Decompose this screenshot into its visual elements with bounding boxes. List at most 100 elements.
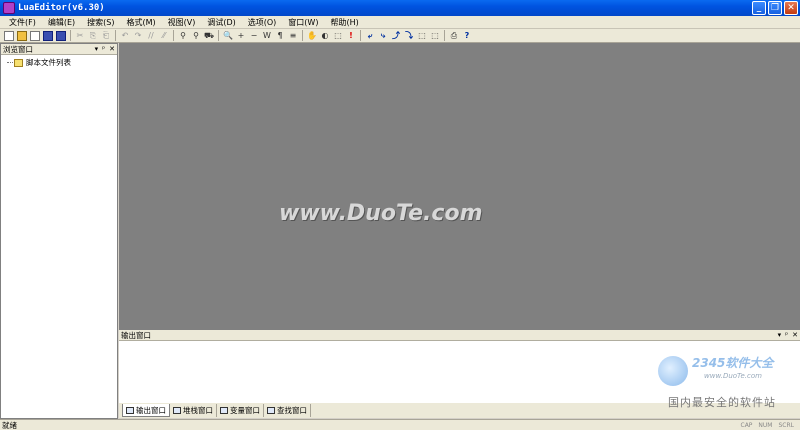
tab-label: 堆栈窗口 — [183, 406, 213, 415]
close-icon[interactable]: ✕ — [109, 44, 115, 55]
title-bar: LuaEditor(v6.30) _ ❐ ✕ — [0, 0, 800, 16]
output-panel-title: 输出窗口 — [121, 330, 151, 340]
word-wrap-icon[interactable]: W — [262, 31, 272, 41]
browse-panel: 浏览窗口 ▾ ᵖ ✕ 脚本文件列表 — [0, 43, 118, 419]
debug-run-icon[interactable]: ◐ — [320, 31, 330, 41]
pin-icon[interactable]: ᵖ — [102, 44, 105, 55]
tab-variables[interactable]: 变量窗口 — [217, 404, 264, 417]
editor-area[interactable]: www.DuoTe.com — [119, 43, 800, 329]
step-out-icon[interactable]: ⤴ — [391, 31, 401, 41]
scroll-indicator: SCRL — [778, 421, 794, 429]
menu-format[interactable]: 格式(M) — [120, 17, 161, 28]
stop-icon[interactable]: ! — [346, 31, 356, 41]
tab-output[interactable]: 输出窗口 — [122, 404, 170, 417]
find-window-icon — [267, 407, 275, 414]
tab-label: 查找窗口 — [277, 406, 307, 415]
comment-icon[interactable]: // — [146, 31, 156, 41]
replace-icon[interactable]: ⛟ — [204, 31, 214, 41]
close-file-icon[interactable] — [30, 30, 40, 41]
toolbar: ✂ ⎘ ⎗ ↶ ↷ // ⁄⁄ ⚲ ⚲ ⛟ 🔍 + − W ¶ ≡ ✋ ◐ ⬚ … — [0, 29, 800, 43]
zoom-in-icon[interactable]: + — [236, 31, 246, 41]
watch-icon[interactable]: ⬚ — [417, 31, 427, 41]
window-controls: _ ❐ ✕ — [752, 1, 798, 15]
new-file-icon[interactable] — [4, 30, 14, 41]
minimize-button[interactable]: _ — [752, 1, 766, 15]
script-list-icon — [14, 58, 23, 67]
breakpoint-icon[interactable]: ⬚ — [333, 31, 343, 41]
zoom-fit-icon[interactable]: 🔍 — [223, 31, 233, 41]
tree-item-script-list[interactable]: 脚本文件列表 — [1, 55, 117, 68]
find-icon[interactable]: ⚲ — [178, 31, 188, 41]
run-to-cursor-icon[interactable]: ⤵ — [404, 31, 414, 41]
menu-window[interactable]: 窗口(W) — [282, 17, 324, 28]
caps-indicator: CAP — [740, 421, 753, 429]
menu-debug[interactable]: 调试(D) — [201, 17, 241, 28]
save-all-icon[interactable] — [56, 30, 66, 41]
tab-stack[interactable]: 堆栈窗口 — [170, 404, 217, 417]
status-indicators: CAP NUM SCRL — [741, 422, 800, 429]
undo-icon[interactable]: ↶ — [120, 31, 130, 41]
close-button[interactable]: ✕ — [784, 1, 798, 15]
toolbar-separator — [173, 30, 174, 41]
tree-item-label: 脚本文件列表 — [26, 58, 71, 67]
toolbar-separator — [70, 30, 71, 41]
dropdown-arrow-icon[interactable]: ▾ — [778, 330, 782, 341]
app-icon — [3, 2, 15, 14]
status-text: 就绪 — [2, 420, 17, 430]
site-watermark: 2345软件大全 www.DuoTe.com 国内最安全的软件站 — [658, 352, 800, 412]
print-icon[interactable]: ⎙ — [449, 31, 459, 41]
menu-edit[interactable]: 编辑(E) — [42, 17, 81, 28]
hand-icon[interactable]: ✋ — [307, 31, 317, 41]
browse-panel-title: 浏览窗口 — [3, 44, 33, 54]
pin-icon[interactable]: ᵖ — [785, 330, 788, 341]
uncomment-icon[interactable]: ⁄⁄ — [159, 31, 169, 41]
window-icon[interactable]: ⬚ — [430, 31, 440, 41]
watermark-text: www.DuoTe.com — [279, 201, 483, 226]
mascot-icon — [658, 356, 688, 386]
close-icon[interactable]: ✕ — [792, 330, 798, 341]
tab-find[interactable]: 查找窗口 — [264, 404, 311, 417]
menu-bar: 文件(F) 编辑(E) 搜索(S) 格式(M) 视图(V) 调试(D) 选项(O… — [0, 16, 800, 29]
variables-window-icon — [220, 407, 228, 414]
num-indicator: NUM — [758, 421, 773, 429]
indent-icon[interactable]: ≡ — [288, 31, 298, 41]
step-over-icon[interactable]: ⤷ — [378, 31, 388, 41]
output-window-icon — [126, 406, 134, 414]
copy-icon[interactable]: ⎘ — [88, 31, 98, 41]
save-icon[interactable] — [43, 30, 53, 41]
menu-file[interactable]: 文件(F) — [3, 17, 42, 28]
watermark-brand: 2345软件大全 — [692, 356, 774, 370]
menu-options[interactable]: 选项(O) — [242, 17, 283, 28]
help-icon[interactable]: ? — [462, 31, 472, 41]
toolbar-separator — [218, 30, 219, 41]
watermark-url: www.DuoTe.com — [704, 372, 762, 380]
restore-button[interactable]: ❐ — [768, 1, 782, 15]
output-panel-header: 输出窗口 ▾ ᵖ ✕ — [119, 330, 800, 341]
cut-icon[interactable]: ✂ — [75, 31, 85, 41]
toolbar-separator — [302, 30, 303, 41]
status-bar: 就绪 CAP NUM SCRL — [0, 419, 800, 430]
toolbar-separator — [444, 30, 445, 41]
paragraph-icon[interactable]: ¶ — [275, 31, 285, 41]
menu-view[interactable]: 视图(V) — [162, 17, 202, 28]
step-into-icon[interactable]: ⤶ — [365, 31, 375, 41]
menu-help[interactable]: 帮助(H) — [324, 17, 364, 28]
stack-window-icon — [173, 407, 181, 414]
window-title: LuaEditor(v6.30) — [18, 3, 105, 13]
browse-panel-header: 浏览窗口 ▾ ᵖ ✕ — [1, 44, 117, 55]
toolbar-separator — [115, 30, 116, 41]
menu-search[interactable]: 搜索(S) — [81, 17, 120, 28]
paste-icon[interactable]: ⎗ — [101, 31, 111, 41]
output-panel-controls: ▾ ᵖ ✕ — [778, 330, 798, 341]
open-folder-icon[interactable] — [17, 30, 27, 41]
tab-label: 变量窗口 — [230, 406, 260, 415]
watermark-slogan: 国内最安全的软件站 — [668, 396, 776, 409]
redo-icon[interactable]: ↷ — [133, 31, 143, 41]
zoom-out-icon[interactable]: − — [249, 31, 259, 41]
toolbar-separator — [360, 30, 361, 41]
dropdown-arrow-icon[interactable]: ▾ — [95, 44, 99, 55]
browse-panel-controls: ▾ ᵖ ✕ — [95, 44, 115, 55]
tree-connector — [7, 62, 13, 63]
tab-label: 输出窗口 — [136, 405, 166, 415]
find-next-icon[interactable]: ⚲ — [191, 31, 201, 41]
